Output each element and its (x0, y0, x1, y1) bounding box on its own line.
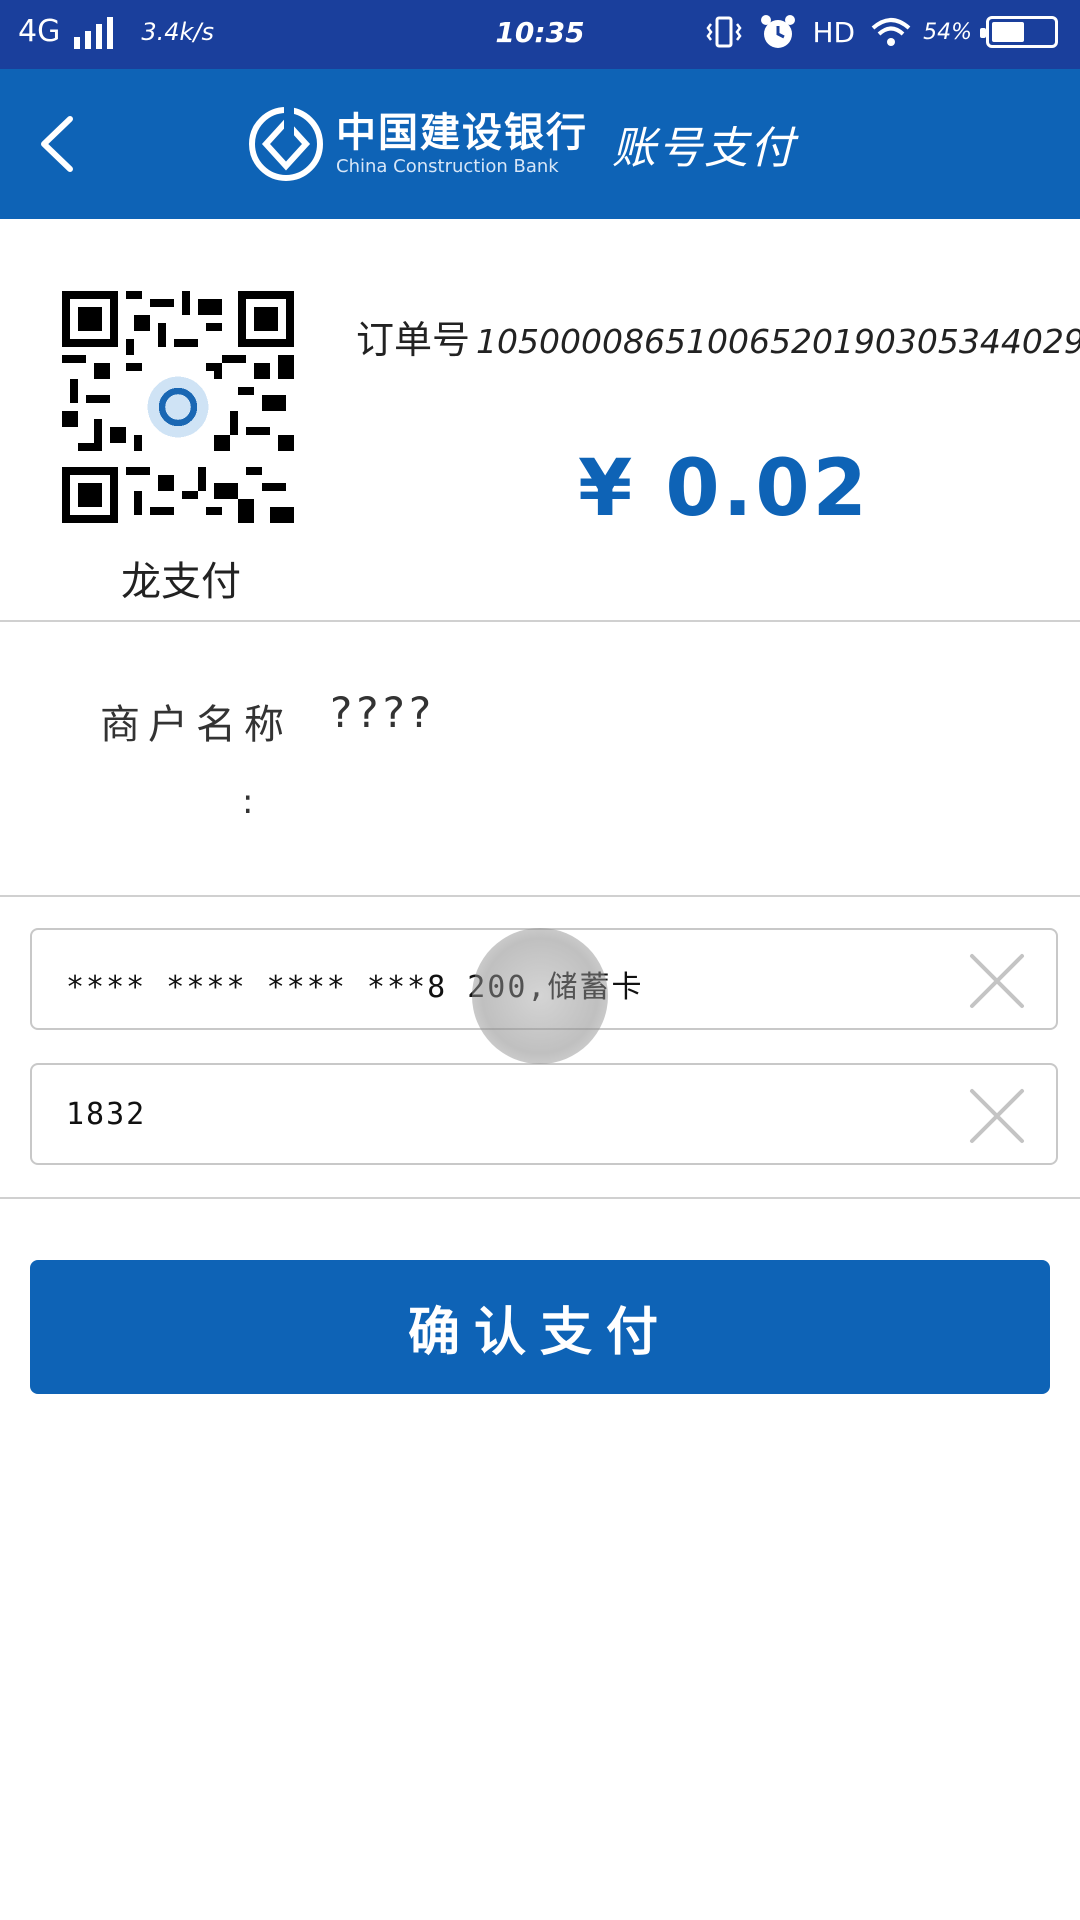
order-number-label: 订单号 (356, 318, 471, 362)
battery-icon (980, 16, 1058, 48)
vibrate-icon (704, 12, 744, 52)
back-button[interactable] (30, 111, 90, 177)
input-section: **** **** **** ***8 200,储蓄卡 1832 (0, 897, 1080, 1199)
app-header: 中国建设银行 China Construction Bank 账号支付 (0, 69, 1080, 219)
ccb-logo-icon (249, 106, 323, 181)
merchant-section: 商户名称 ???? : (0, 622, 1080, 897)
battery-percent: 54% (923, 19, 972, 45)
wifi-icon (869, 12, 911, 52)
clear-code-button[interactable] (968, 1087, 1026, 1145)
page-title: 账号支付 (612, 123, 796, 174)
merchant-name-label: 商户名称 (100, 702, 292, 748)
brand-name-en: China Construction Bank (336, 156, 559, 177)
order-number: 105000086510065201903053440298 (476, 322, 1080, 361)
qr-code (62, 291, 294, 523)
close-icon (970, 1089, 1024, 1143)
payment-amount: ¥ 0.02 (578, 444, 870, 534)
verification-code-field[interactable]: 1832 (30, 1063, 1058, 1165)
confirm-payment-button[interactable]: 确认支付 (30, 1260, 1050, 1394)
battery-fill (992, 22, 1025, 42)
brand: 中国建设银行 China Construction Bank 账号支付 (248, 101, 796, 187)
status-right: HD 54% (704, 12, 1058, 52)
order-section: 龙支付 订单号 105000086510065201903053440298 ¥ … (0, 219, 1080, 622)
order-number-row: 订单号 105000086510065201903053440298 (356, 309, 1080, 364)
merchant-colon: : (242, 782, 254, 822)
hd-indicator: HD (812, 15, 856, 49)
card-select-field[interactable]: **** **** **** ***8 200,储蓄卡 (30, 928, 1058, 1030)
verification-code-value: 1832 (66, 1097, 147, 1132)
clear-card-button[interactable] (968, 952, 1026, 1010)
merchant-name-value: ???? (330, 688, 436, 737)
chevron-left-icon (41, 116, 73, 172)
brand-text: 中国建设银行 China Construction Bank (336, 110, 588, 178)
qr-label: 龙支付 (121, 559, 241, 605)
card-number-value: **** **** **** ***8 200,储蓄卡 (66, 970, 644, 1005)
brand-name-cn: 中国建设银行 (336, 109, 588, 156)
status-bar: 4G 3.4k/s 10:35 HD 54% (0, 0, 1080, 69)
close-icon (970, 954, 1024, 1008)
alarm-icon (758, 12, 798, 52)
